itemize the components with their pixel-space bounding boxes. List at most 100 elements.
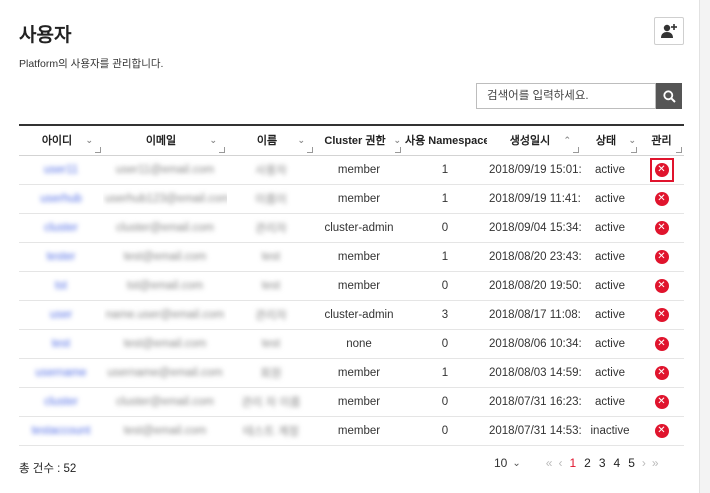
user-id-cell[interactable]: username (19, 358, 103, 388)
close-circle-icon: ✕ (654, 220, 669, 235)
delete-user-button[interactable]: ✕ (649, 157, 674, 182)
resize-handle[interactable] (573, 146, 579, 153)
page-subtitle: Platform의 사용자를 관리합니다. (19, 58, 164, 70)
delete-user-button[interactable]: ✕ (652, 305, 672, 325)
created-at-cell: 2018/08/20 23:43:29 (487, 242, 581, 272)
namespace-count-cell: 1 (403, 242, 487, 272)
column-header-status[interactable]: 상태 ⌄ (581, 124, 639, 156)
user-id-cell[interactable]: tst (19, 271, 103, 301)
cluster-role-cell: cluster-admin (315, 300, 403, 330)
user-name-cell: 사용자 (227, 155, 315, 185)
user-id-link[interactable]: tester (47, 251, 76, 263)
user-id-cell[interactable]: tester (19, 242, 103, 272)
namespace-count-cell: 3 (403, 300, 487, 330)
page-numbers: 12345 (565, 456, 638, 470)
table-row[interactable]: user11 user11@email.com 사용자 member 1 2018/09/… (19, 155, 684, 185)
cluster-role-cell: cluster-admin (315, 213, 403, 243)
created-at-cell: 2018/07/31 16:23:32 (487, 387, 581, 417)
table-row[interactable]: username username@email.com 회원 member 1 2018/… (19, 358, 684, 388)
resize-handle[interactable] (307, 146, 313, 153)
prev-page-icon[interactable]: ‹ (558, 456, 562, 470)
namespace-count-cell: 1 (403, 155, 487, 185)
search-input[interactable] (476, 83, 657, 109)
user-id-link[interactable]: user11 (44, 164, 78, 176)
user-email-cell: test@email.com (103, 416, 227, 446)
page-number[interactable]: 1 (569, 456, 576, 470)
page-scrollbar[interactable] (699, 0, 710, 493)
user-id-link[interactable]: tst (55, 280, 67, 292)
user-id-cell[interactable]: test (19, 329, 103, 359)
page-size-select[interactable]: 10 ⌄ (494, 456, 521, 470)
user-name-cell: 이름이 (227, 184, 315, 214)
user-id-link[interactable]: testaccount (32, 425, 91, 437)
user-id-link[interactable]: userhub (40, 193, 82, 205)
page-number[interactable]: 2 (584, 456, 591, 470)
resize-handle[interactable] (219, 146, 225, 153)
delete-user-button[interactable]: ✕ (652, 421, 672, 441)
user-name-cell: 관리자 (227, 300, 315, 330)
user-id-cell[interactable]: userhub (19, 184, 103, 214)
close-circle-icon: ✕ (654, 394, 669, 409)
delete-user-button[interactable]: ✕ (652, 218, 672, 238)
column-header-email[interactable]: 이메일 ⌄ (103, 124, 227, 156)
user-name-cell: test (227, 242, 315, 272)
page-number[interactable]: 4 (614, 456, 621, 470)
created-at-cell: 2018/08/06 10:34:01 (487, 329, 581, 359)
page-title: 사용자 (19, 25, 72, 46)
user-id-cell[interactable]: cluster (19, 213, 103, 243)
delete-user-button[interactable]: ✕ (652, 334, 672, 354)
table-row[interactable]: test test@email.com test none 0 2018/08/06 10… (19, 329, 684, 359)
table-row[interactable]: user name.user@email.com 관리자 cluster-admin 3… (19, 300, 684, 330)
namespace-count-cell: 0 (403, 329, 487, 359)
page-number[interactable]: 5 (628, 456, 635, 470)
column-header-cluster-role[interactable]: Cluster 권한 ⌄ (315, 124, 403, 156)
first-page-icon[interactable]: « (546, 456, 553, 470)
page-number[interactable]: 3 (599, 456, 606, 470)
cluster-role-cell: member (315, 416, 403, 446)
user-id-cell[interactable]: user11 (19, 155, 103, 185)
resize-handle[interactable] (631, 146, 637, 153)
column-header-id[interactable]: 아이디 ⌄ (19, 124, 103, 156)
user-id-link[interactable]: user (50, 309, 72, 321)
search-button[interactable] (656, 83, 682, 109)
column-header-name[interactable]: 이름 ⌄ (227, 124, 315, 156)
user-id-cell[interactable]: cluster (19, 387, 103, 417)
add-user-icon (661, 24, 677, 38)
close-circle-icon: ✕ (654, 423, 669, 438)
user-id-cell[interactable]: testaccount (19, 416, 103, 446)
table-row[interactable]: testaccount test@email.com 테스트 계정 member 0 20… (19, 416, 684, 446)
user-id-link[interactable]: username (35, 367, 86, 379)
table-row[interactable]: tester test@email.com test member 1 2018/08/2… (19, 242, 684, 272)
delete-user-button[interactable]: ✕ (652, 363, 672, 383)
status-cell: inactive (581, 416, 639, 446)
close-circle-icon: ✕ (654, 336, 669, 351)
user-id-link[interactable]: test (52, 338, 71, 350)
next-page-icon[interactable]: › (642, 456, 646, 470)
table-row[interactable]: tst tst@email.com test member 0 2018/08/20 19… (19, 271, 684, 301)
user-name-cell: test (227, 329, 315, 359)
last-page-icon[interactable]: » (652, 456, 659, 470)
table-row[interactable]: userhub userhub123@email.com 이름이 member 1 201… (19, 184, 684, 214)
manage-cell: ✕ (639, 184, 684, 214)
delete-user-button[interactable]: ✕ (652, 276, 672, 296)
table-row[interactable]: cluster cluster@email.com 관리자 cluster-admin… (19, 213, 684, 243)
table-row[interactable]: cluster cluster@email.com 관리 자 이름 member 0 20… (19, 387, 684, 417)
column-header-created[interactable]: 생성일시 ⌃ (487, 124, 581, 156)
delete-user-button[interactable]: ✕ (652, 392, 672, 412)
resize-handle[interactable] (95, 146, 101, 153)
add-user-button[interactable] (654, 17, 684, 45)
user-email-cell: username@email.com (103, 358, 227, 388)
created-at-cell: 2018/08/03 14:59:14 (487, 358, 581, 388)
resize-handle[interactable] (676, 146, 682, 153)
user-id-link[interactable]: cluster (44, 222, 78, 234)
user-id-link[interactable]: cluster (44, 396, 78, 408)
created-at-cell: 2018/09/04 15:34:36 (487, 213, 581, 243)
delete-user-button[interactable]: ✕ (652, 189, 672, 209)
manage-cell: ✕ (639, 416, 684, 446)
column-header-namespace[interactable]: 사용 Namespace (403, 124, 487, 156)
delete-user-button[interactable]: ✕ (652, 247, 672, 267)
cluster-role-cell: member (315, 242, 403, 272)
status-cell: active (581, 184, 639, 214)
user-id-cell[interactable]: user (19, 300, 103, 330)
resize-handle[interactable] (395, 146, 401, 153)
